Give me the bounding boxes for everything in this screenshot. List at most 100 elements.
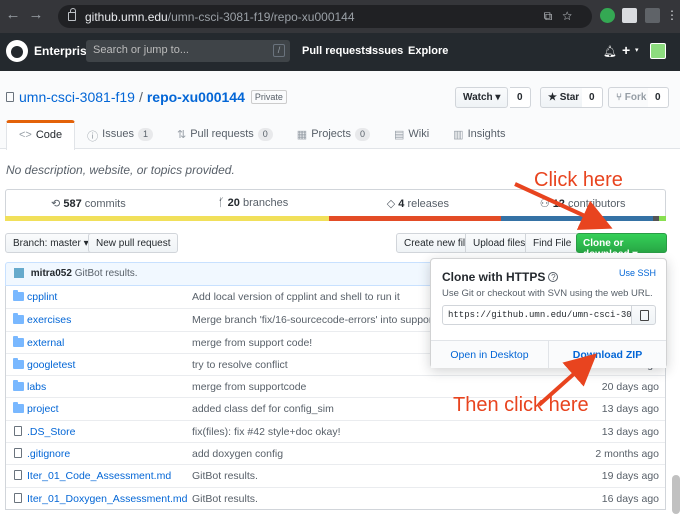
plus-icon[interactable]: + [622,42,630,58]
branch-icon: ᚶ [218,197,225,209]
clone-url-field[interactable]: https://github.umn.edu/umn-csci-3081-f19… [442,305,632,325]
language-segment [5,216,329,221]
tab-wiki[interactable]: ▤ Wiki [382,120,441,149]
file-commit-message[interactable]: merge from support code! [192,337,312,349]
tab-count: 1 [137,128,153,141]
brand-label[interactable]: Enterprise [34,44,93,58]
tab-label: Insights [467,128,506,140]
url-path: /umn-csci-3081-f19/repo-xu000144 [167,9,355,24]
tab-issues[interactable]: ⓘ Issues 1 [75,120,165,149]
extension-icon[interactable] [600,8,615,23]
open-in-desktop-button[interactable]: Open in Desktop [431,341,549,368]
extension-icon[interactable] [622,8,637,23]
releases-link[interactable]: ◇ 4 releases [336,190,501,216]
nav-explore[interactable]: Explore [408,45,448,57]
watch-button[interactable]: Watch ▾ [455,87,509,108]
file-name[interactable]: Iter_01_Doxygen_Assessment.md [27,493,188,505]
avatar[interactable] [14,268,24,279]
popup-footer: Open in Desktop Download ZIP [431,340,666,368]
issue-icon: ⓘ [87,131,99,143]
commit-message[interactable]: GitBot results. [75,268,138,279]
file-commit-message[interactable]: try to resolve conflict [192,359,288,371]
tab-code[interactable]: <> Code [6,120,76,150]
file-name[interactable]: labs [27,381,46,393]
language-segment [659,216,666,221]
question-icon[interactable]: ? [548,272,559,282]
back-arrow-icon[interactable]: ← [3,6,23,23]
tab-count: 0 [257,128,273,141]
table-row[interactable]: .DS_Store fix(files): fix #42 style+doc o… [6,419,665,442]
use-ssh-link[interactable]: Use SSH [619,268,656,278]
file-commit-message[interactable]: fix(files): fix #42 style+doc okay! [192,426,341,438]
url-host: github.umn.edu [85,9,168,24]
tab-count: 0 [354,128,370,141]
watch-count[interactable]: 0 [510,87,531,108]
find-file-button[interactable]: Find File [525,233,580,253]
repo-owner-link[interactable]: umn-csci-3081-f19 [19,89,135,105]
repo-name-link[interactable]: repo-xu000144 [147,89,245,105]
language-segment [328,216,501,221]
octocat-logo-icon[interactable] [6,40,28,62]
new-pull-request-button[interactable]: New pull request [88,233,179,253]
file-name[interactable]: googletest [27,359,75,371]
file-commit-message[interactable]: GitBot results. [192,493,258,505]
star-button[interactable]: ★ Star [540,87,588,108]
branches-link[interactable]: ᚶ 20 branches [171,190,336,216]
nav-pull-requests[interactable]: Pull requests [302,45,371,57]
commits-link[interactable]: ⟲ 587 commits [6,190,171,216]
contributors-link[interactable]: ⚇ 12 contributors [500,190,665,216]
upload-files-button[interactable]: Upload files [465,233,534,253]
scrollbar[interactable] [672,475,680,514]
download-zip-button[interactable]: Download ZIP [549,341,666,368]
tab-pull-requests[interactable]: ⇅ Pull requests 0 [165,120,285,149]
bell-icon[interactable]: 🔔︎ [603,45,617,58]
extension-icon[interactable] [645,8,660,23]
file-name[interactable]: external [27,337,64,349]
popup-title-text: Clone with HTTPS [442,270,546,284]
file-age: 16 days ago [601,492,659,505]
file-commit-message[interactable]: merge from supportcode [192,381,306,393]
contributors-count: 12 [552,198,565,210]
bookmark-star-icon[interactable]: ⧉☆ [544,9,582,24]
tab-insights[interactable]: ▥ Insights [441,120,517,149]
folder-icon [13,402,24,414]
nav-issues[interactable]: Issues [369,45,403,57]
avatar[interactable] [650,43,666,59]
fork-count[interactable]: 0 [648,87,669,108]
commit-author[interactable]: mitra052 [31,268,72,279]
address-bar[interactable]: github.umn.edu/umn-csci-3081-f19/repo-xu… [58,5,592,28]
file-name[interactable]: exercises [27,314,71,326]
repo-separator: / [138,89,143,105]
file-name[interactable]: .gitignore [27,448,70,460]
releases-count: 4 [398,198,405,210]
file-name[interactable]: .DS_Store [27,426,75,438]
file-commit-message[interactable]: added class def for config_sim [192,403,334,415]
language-segment [500,216,653,221]
tab-projects[interactable]: ▦ Projects 0 [285,120,382,149]
search-input[interactable]: Search or jump to... / [86,40,290,62]
file-commit-message[interactable]: GitBot results. [192,470,258,482]
tab-label: Code [35,129,63,141]
file-icon [14,470,22,481]
language-bar[interactable] [5,216,666,221]
github-header: Enterprise Search or jump to... / Pull r… [0,33,680,71]
file-commit-message[interactable]: add doxygen config [192,448,283,460]
table-row[interactable]: Iter_01_Code_Assessment.md GitBot results… [6,464,665,486]
caret-down-icon[interactable]: ▾ [635,46,639,54]
file-name[interactable]: cpplint [27,291,57,303]
star-count[interactable]: 0 [582,87,603,108]
file-name[interactable]: Iter_01_Code_Assessment.md [27,470,171,482]
menu-dots-icon[interactable]: ⋮ [666,8,678,22]
clipboard-icon[interactable] [631,305,656,325]
forward-arrow-icon[interactable]: → [26,6,46,23]
file-commit-message[interactable]: Merge branch 'fix/16-sourcecode-errors' … [192,314,462,326]
table-row[interactable]: Iter_01_Doxygen_Assessment.md GitBot resu… [6,486,665,509]
folder-icon [13,335,24,347]
file-name[interactable]: project [27,403,59,415]
branch-select[interactable]: Branch: master ▾ [5,233,97,253]
file-commit-message[interactable]: Add local version of cpplint and shell t… [192,291,400,303]
clone-download-button[interactable]: Clone or download ▾ [576,233,667,260]
table-row[interactable]: .gitignore add doxygen config 2 months ago [6,442,665,464]
file-age: 19 days ago [601,470,659,483]
code-icon: <> [19,129,32,141]
